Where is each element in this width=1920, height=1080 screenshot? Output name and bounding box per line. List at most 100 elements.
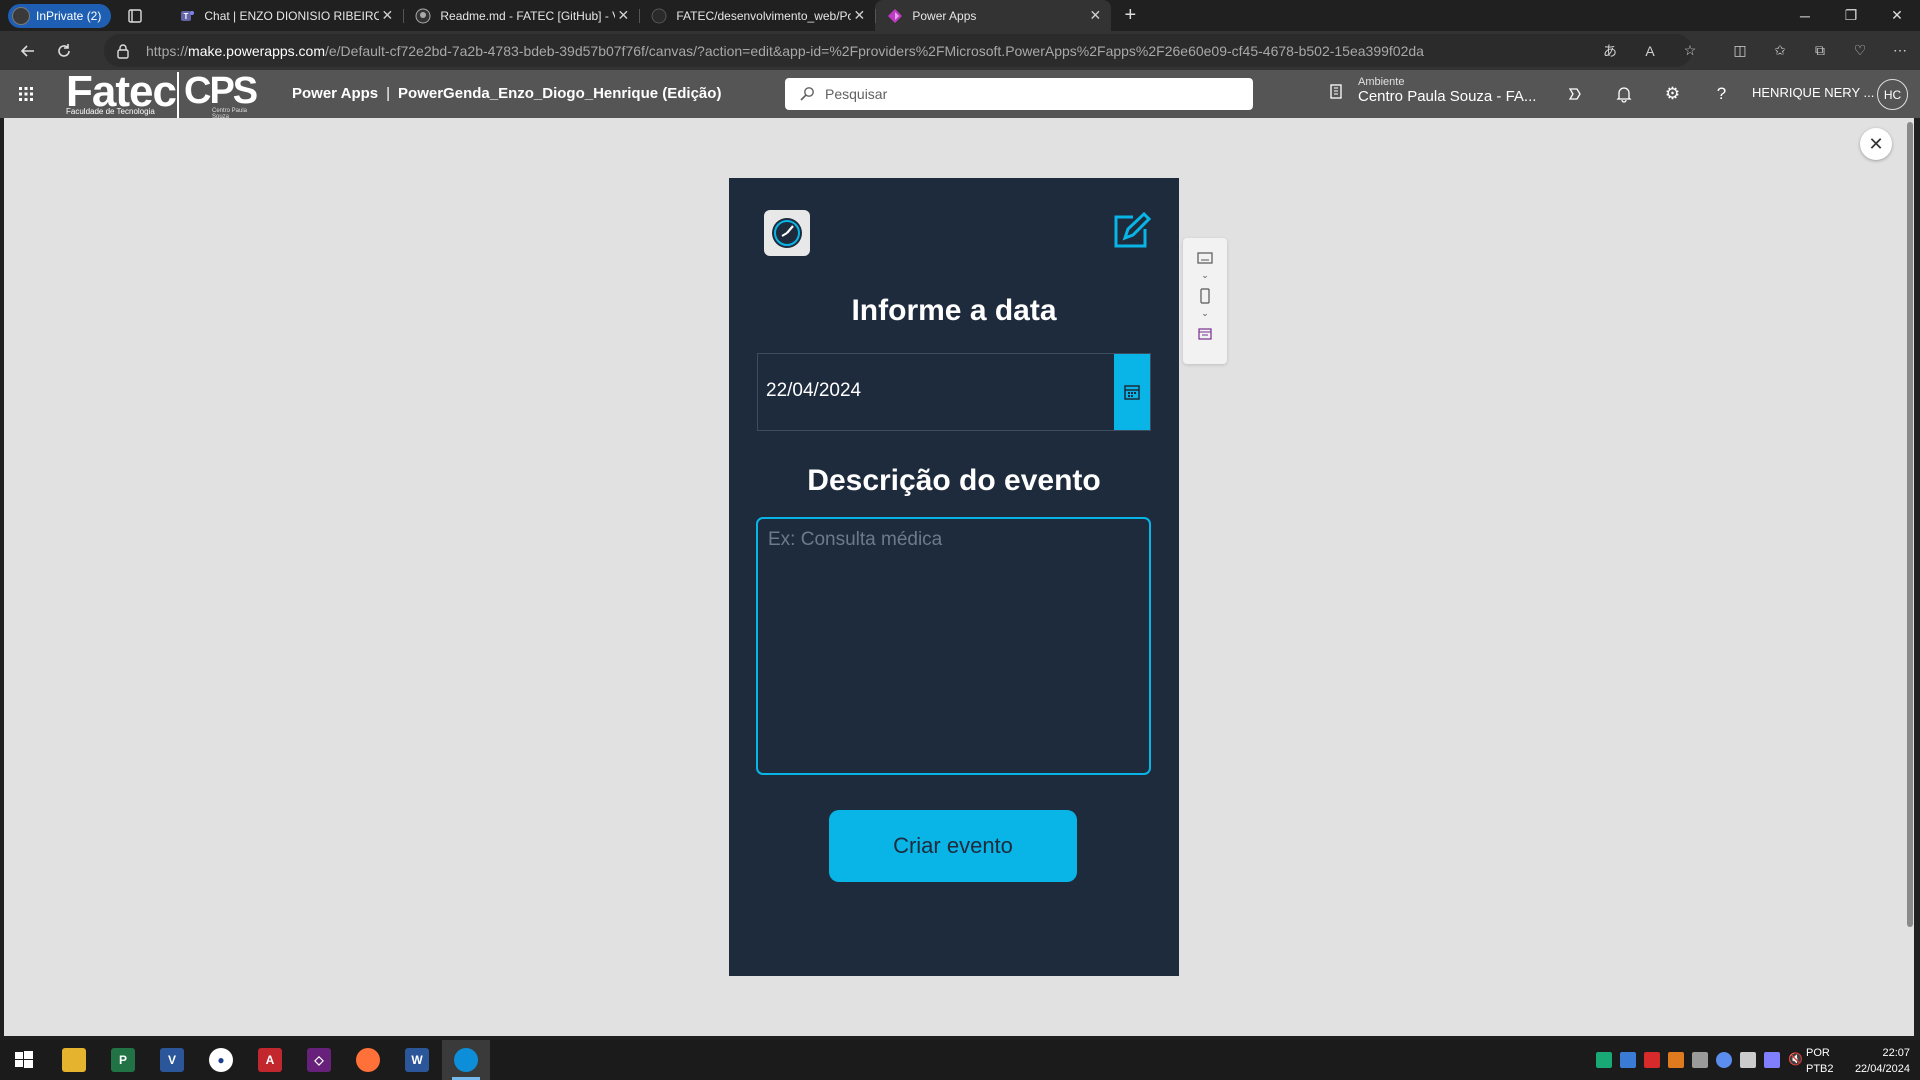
app-launcher-button[interactable] xyxy=(0,70,52,118)
github-icon xyxy=(415,8,431,24)
date-value: 22/04/2024 xyxy=(766,380,862,401)
search-icon xyxy=(799,86,815,102)
close-window-icon[interactable]: ✕ xyxy=(1874,0,1920,31)
browser-essentials-icon[interactable]: ♡ xyxy=(1840,42,1880,59)
chevron-down-icon[interactable]: ⌄ xyxy=(1183,308,1227,319)
project-app-icon[interactable]: P xyxy=(111,1048,135,1072)
svg-text:T: T xyxy=(184,12,189,21)
edit-note-icon xyxy=(1114,211,1151,248)
close-tab-icon[interactable]: ✕ xyxy=(379,7,395,24)
chevron-down-icon[interactable]: ⌄ xyxy=(1183,270,1227,281)
refresh-button[interactable] xyxy=(46,35,82,67)
url-prefix: https:// xyxy=(146,42,189,59)
split-screen-icon[interactable]: ◫ xyxy=(1720,42,1760,59)
translate-icon[interactable]: あ xyxy=(1590,41,1630,61)
visio-app-icon[interactable]: V xyxy=(160,1048,184,1072)
waffle-icon xyxy=(19,87,33,101)
language-indicator[interactable]: POR PTB2 xyxy=(1806,1045,1834,1077)
description-title: Descrição do evento xyxy=(807,464,1101,497)
tab-actions-button[interactable] xyxy=(121,4,149,28)
inprivate-label: InPrivate (2) xyxy=(36,8,102,23)
tray-app-icon[interactable] xyxy=(1644,1052,1660,1068)
volume-muted-icon[interactable]: 🔇 xyxy=(1788,1052,1804,1068)
visual-studio-icon[interactable]: ◇ xyxy=(307,1048,331,1072)
browser-tab-strip: InPrivate (2) T Chat | ENZO DIONISIO RIB… xyxy=(0,0,1920,31)
new-tab-button[interactable]: + xyxy=(1115,1,1145,31)
search-placeholder: Pesquisar xyxy=(825,86,888,102)
inprivate-profile-button[interactable]: InPrivate (2) xyxy=(8,3,112,28)
favorite-star-icon[interactable]: ☆ xyxy=(1670,42,1710,59)
event-description-input[interactable]: Ex: Consulta médica xyxy=(756,517,1151,775)
file-explorer-icon[interactable] xyxy=(62,1048,86,1072)
access-app-icon[interactable]: A xyxy=(258,1048,282,1072)
component-library-icon[interactable] xyxy=(1183,328,1227,340)
sync-app-icon[interactable]: ● xyxy=(209,1048,233,1072)
app-name: PowerGenda_Enzo_Diogo_Henrique (Edição) xyxy=(398,85,722,102)
tab-actions-icon xyxy=(128,8,143,23)
tab-title: Power Apps xyxy=(912,8,977,23)
calendar-button[interactable] xyxy=(1114,354,1150,430)
tab-power-apps[interactable]: Power Apps ✕ xyxy=(875,0,1112,31)
word-app-icon[interactable]: W xyxy=(405,1048,429,1072)
url-host: make.powerapps.com xyxy=(188,42,325,59)
search-input[interactable]: Pesquisar xyxy=(785,78,1253,110)
profile-icon xyxy=(12,6,30,25)
clock-date: 22/04/2024 xyxy=(1854,1063,1910,1075)
close-tab-icon[interactable]: ✕ xyxy=(851,7,867,24)
tab-github-repo[interactable]: FATEC/desenvolvimento_web/Po ✕ xyxy=(639,0,875,31)
teams-icon: T xyxy=(179,8,195,24)
create-event-button[interactable]: Criar evento xyxy=(829,810,1077,882)
tray-app-icon[interactable] xyxy=(1668,1052,1684,1068)
tray-app-icon[interactable] xyxy=(1620,1052,1636,1068)
app-screen: Informe a data 22/04/2024 Descrição do e… xyxy=(729,178,1179,976)
product-name[interactable]: Power Apps xyxy=(292,85,378,102)
tablet-layout-icon[interactable] xyxy=(1183,252,1227,264)
close-tab-icon[interactable]: ✕ xyxy=(1087,7,1103,24)
favorites-icon[interactable]: ✩ xyxy=(1760,42,1800,59)
address-bar[interactable]: https://make.powerapps.com/e/Default-cf7… xyxy=(104,34,1692,67)
minimize-icon[interactable]: ─ xyxy=(1782,0,1828,31)
help-icon[interactable]: ? xyxy=(1697,84,1746,104)
settings-gear-icon[interactable]: ⚙ xyxy=(1648,84,1697,104)
environment-value: Centro Paula Souza - FA... xyxy=(1358,88,1537,105)
back-arrow-icon xyxy=(20,44,34,57)
edge-browser-icon[interactable] xyxy=(454,1048,478,1072)
read-aloud-icon[interactable]: A xyxy=(1630,43,1670,59)
notifications-bell-icon[interactable] xyxy=(1599,85,1648,103)
system-clock[interactable]: 22:07 22/04/2024 xyxy=(1840,1045,1910,1077)
screen-side-toolbar: ⌄ ⌄ xyxy=(1183,238,1227,364)
network-icon[interactable] xyxy=(1740,1052,1756,1068)
power-apps-header: Fatec Faculdade de Tecnologia CPS Centro… xyxy=(0,70,1920,120)
edit-events-button[interactable] xyxy=(1109,210,1153,252)
canvas-scrollbar[interactable] xyxy=(1904,118,1914,1036)
firefox-icon[interactable] xyxy=(356,1048,380,1072)
copilot-icon[interactable] xyxy=(1550,85,1599,103)
tray-app-icon[interactable] xyxy=(1692,1052,1708,1068)
clock-logo-icon xyxy=(772,218,802,248)
tab-github-readme[interactable]: Readme.md - FATEC [GitHub] - V ✕ xyxy=(403,0,639,31)
tray-app-icon[interactable] xyxy=(1596,1052,1612,1068)
onedrive-icon[interactable] xyxy=(1716,1052,1732,1068)
browser-toolbar: https://make.powerapps.com/e/Default-cf7… xyxy=(0,31,1920,70)
lock-icon xyxy=(116,43,132,59)
description-placeholder: Ex: Consulta médica xyxy=(768,529,943,550)
environment-picker[interactable]: Ambiente Centro Paula Souza - FA... xyxy=(1328,76,1536,105)
avatar[interactable]: HC xyxy=(1877,79,1908,110)
windows-taskbar: P V ● A ◇ W 🔇 POR PTB2 22:07 22/04/2024 xyxy=(0,1040,1920,1080)
close-preview-button[interactable]: ✕ xyxy=(1860,128,1892,160)
windows-start-icon[interactable] xyxy=(12,1048,36,1072)
collections-icon[interactable]: ⧉ xyxy=(1800,42,1840,59)
phone-layout-icon[interactable] xyxy=(1183,288,1227,304)
tab-teams-chat[interactable]: T Chat | ENZO DIONISIO RIBEIRO | V ✕ xyxy=(167,0,403,31)
header-breadcrumb: Power Apps | PowerGenda_Enzo_Diogo_Henriqu… xyxy=(292,85,722,102)
back-button[interactable] xyxy=(10,35,46,67)
power-apps-icon xyxy=(887,8,903,24)
user-name[interactable]: HENRIQUE NERY ... xyxy=(1752,85,1874,100)
tray-app-icon[interactable] xyxy=(1764,1052,1780,1068)
app-logo xyxy=(764,210,810,256)
date-picker[interactable]: 22/04/2024 xyxy=(757,353,1151,431)
close-tab-icon[interactable]: ✕ xyxy=(615,7,631,24)
date-title: Informe a data xyxy=(851,294,1057,327)
more-menu-icon[interactable]: ⋯ xyxy=(1880,42,1920,59)
restore-icon[interactable]: ❐ xyxy=(1828,0,1874,31)
